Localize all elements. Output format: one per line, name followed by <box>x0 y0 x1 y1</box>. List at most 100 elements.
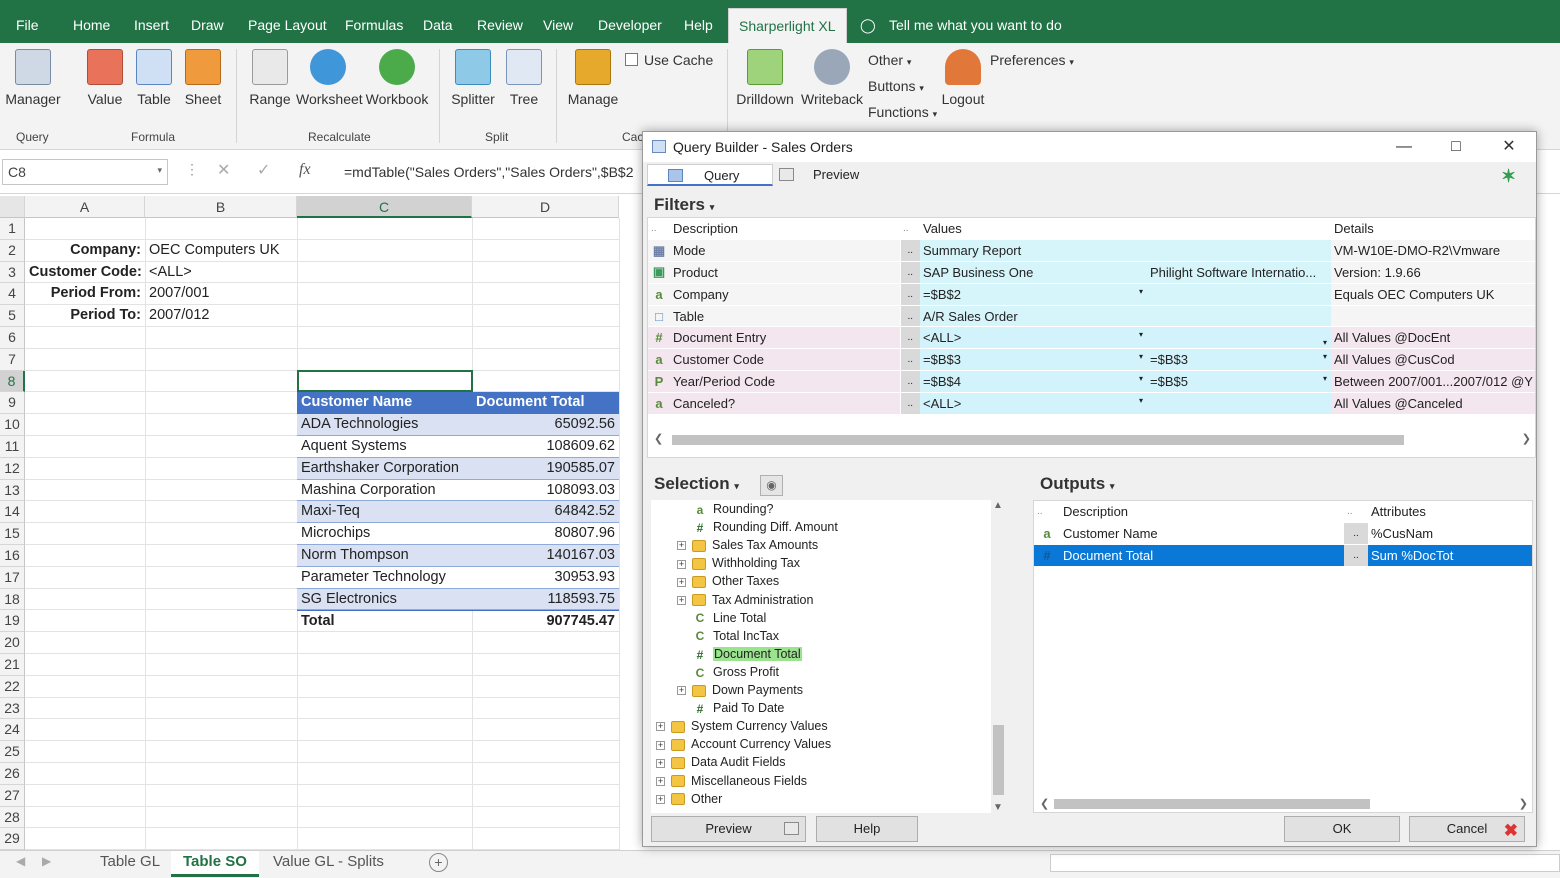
row-header[interactable]: 3 <box>0 261 25 284</box>
expand-icon[interactable]: + <box>677 559 686 569</box>
filter-row[interactable]: a Canceled?.. <ALL> ▾ All Values @Canceled <box>648 392 1535 415</box>
tree-item[interactable]: + Withholding Tax <box>677 554 800 572</box>
use-cache-checkbox[interactable]: Use Cache <box>625 52 713 68</box>
table-button[interactable]: Table <box>134 43 174 107</box>
chevron-down-icon[interactable]: ▾ <box>157 165 162 176</box>
range-button[interactable]: Range <box>248 43 292 107</box>
drilldown-button[interactable]: Drilldown <box>734 43 796 107</box>
row-header[interactable]: 22 <box>0 675 25 698</box>
close-button[interactable]: ✕ <box>1486 132 1532 162</box>
tree-item[interactable]: # Document Total <box>693 645 802 663</box>
tab-query[interactable]: Query <box>647 164 773 186</box>
table-cell[interactable]: Mashina Corporation <box>297 479 472 502</box>
row-header[interactable]: 8 <box>0 370 25 393</box>
chevron-down-icon[interactable]: ▾ <box>1139 352 1143 361</box>
row-header[interactable]: 9 <box>0 392 25 415</box>
table-cell[interactable]: ADA Technologies <box>297 414 472 436</box>
row-header[interactable]: 5 <box>0 305 25 327</box>
scroll-right-icon[interactable]: ❯ <box>1522 432 1531 445</box>
value-button[interactable]: Value <box>84 43 126 107</box>
tree-item[interactable]: + Data Audit Fields <box>656 753 786 771</box>
table-cell[interactable]: 30953.93 <box>472 566 619 589</box>
table-cell[interactable]: Microchips <box>297 523 472 545</box>
filter-row[interactable]: P Year/Period Code.. =$B$4 ▾ =$B$5 ▾ Between 2… <box>648 370 1535 393</box>
filter-row[interactable]: □ Table.. A/R Sales Order <box>648 305 1535 328</box>
scroll-right-icon[interactable]: ❯ <box>1519 797 1528 810</box>
filter-row[interactable]: a Company.. =$B$2 ▾ Equals OEC Computers UK <box>648 283 1535 306</box>
table-cell[interactable]: Earthshaker Corporation <box>297 457 472 480</box>
tab-review[interactable]: Review <box>477 0 523 43</box>
chevron-down-icon[interactable]: ▾ <box>1139 374 1143 383</box>
param-value[interactable]: OEC Computers UK <box>145 240 297 262</box>
sheet-tab-value-gl-splits[interactable]: Value GL - Splits <box>261 851 396 877</box>
tree-item[interactable]: C Line Total <box>693 609 767 627</box>
param-label[interactable]: Customer Code: <box>25 262 145 284</box>
other-dropdown[interactable]: Other ▾ <box>868 52 911 68</box>
filters-header[interactable]: Filters ▾ <box>654 195 714 215</box>
tree-item[interactable]: + System Currency Values <box>656 717 828 735</box>
chevron-down-icon[interactable]: ▾ <box>1323 352 1327 361</box>
table-cell[interactable]: Aquent Systems <box>297 436 472 458</box>
row-header[interactable]: 14 <box>0 501 25 524</box>
column-header-a[interactable]: A <box>25 196 145 218</box>
filter-options-button[interactable]: .. <box>899 326 920 350</box>
filter-value-2[interactable] <box>1147 283 1331 306</box>
row-header[interactable]: 13 <box>0 479 25 502</box>
check-icon[interactable]: ✓ <box>257 160 270 180</box>
formula-input[interactable]: =mdTable("Sales Orders","Sales Orders",$… <box>332 158 644 186</box>
tab-insert[interactable]: Insert <box>134 0 169 43</box>
scroll-up-icon[interactable]: ▲ <box>993 500 1003 511</box>
row-header[interactable]: 28 <box>0 806 25 829</box>
tree-scrollbar[interactable]: ▲ ▼ <box>991 500 1006 813</box>
manage-cache-button[interactable]: Manage <box>566 43 620 107</box>
table-cell[interactable]: 64842.52 <box>472 501 619 524</box>
row-header[interactable]: 4 <box>0 283 25 306</box>
output-row[interactable]: a Customer Name.. %CusNam <box>1034 522 1532 546</box>
filter-value-1[interactable]: =$B$3 ▾ <box>920 348 1147 372</box>
row-header[interactable]: 2 <box>0 239 25 262</box>
table-cell[interactable]: Norm Thompson <box>297 545 472 567</box>
table-cell[interactable]: Maxi-Teq <box>297 501 472 524</box>
filter-value-1[interactable]: A/R Sales Order <box>920 305 1147 328</box>
tree-item[interactable]: + Other Taxes <box>677 572 779 590</box>
table-cell[interactable]: Parameter Technology <box>297 566 472 589</box>
worksheet-button[interactable]: Worksheet <box>296 43 363 107</box>
tab-formulas[interactable]: Formulas <box>345 0 403 43</box>
table-cell[interactable]: 108093.03 <box>472 479 619 502</box>
table-cell[interactable]: 140167.03 <box>472 545 619 567</box>
row-header[interactable]: 26 <box>0 763 25 785</box>
total-value[interactable]: 907745.47 <box>472 610 619 632</box>
manager-button[interactable]: Manager <box>4 43 62 107</box>
select-all-corner[interactable] <box>0 196 25 218</box>
param-label[interactable]: Period To: <box>25 305 145 327</box>
scroll-down-icon[interactable]: ▼ <box>993 802 1003 813</box>
scroll-left-icon[interactable]: ❮ <box>654 432 663 445</box>
tab-view[interactable]: View <box>543 0 573 43</box>
cancel-icon[interactable]: ✕ <box>217 160 230 180</box>
expand-icon[interactable]: + <box>656 722 665 732</box>
chevron-down-icon[interactable]: ▾ <box>1139 287 1143 296</box>
column-header-c[interactable]: C <box>297 196 472 218</box>
filter-value-2[interactable]: ▾ <box>1147 326 1331 350</box>
filter-options-button[interactable]: .. <box>899 239 920 263</box>
selection-header[interactable]: Selection ▾ <box>654 474 739 494</box>
writeback-button[interactable]: Writeback <box>800 43 864 107</box>
filter-value-2[interactable]: =$B$3 ▾ <box>1147 348 1331 372</box>
buttons-dropdown[interactable]: Buttons ▾ <box>868 78 924 94</box>
tab-draw[interactable]: Draw <box>191 0 224 43</box>
row-header[interactable]: 24 <box>0 719 25 742</box>
param-value[interactable]: <ALL> <box>145 262 297 284</box>
workbook-button[interactable]: Workbook <box>364 43 430 107</box>
row-header[interactable]: 7 <box>0 348 25 371</box>
table-cell[interactable]: 65092.56 <box>472 414 619 436</box>
function-icon[interactable]: fx <box>299 161 311 179</box>
tab-developer[interactable]: Developer <box>598 0 662 43</box>
param-label[interactable]: Period From: <box>25 283 145 305</box>
preview-button[interactable]: Preview <box>651 816 806 842</box>
filter-row[interactable]: ▣ Product.. SAP Business One Philight Softw… <box>648 261 1535 284</box>
scroll-left-icon[interactable]: ◀ <box>16 854 25 868</box>
tab-home[interactable]: Home <box>73 0 110 43</box>
tree-item[interactable]: + Tax Administration <box>677 591 813 609</box>
scrollbar-thumb[interactable] <box>993 725 1004 795</box>
expand-icon[interactable]: + <box>677 595 686 605</box>
